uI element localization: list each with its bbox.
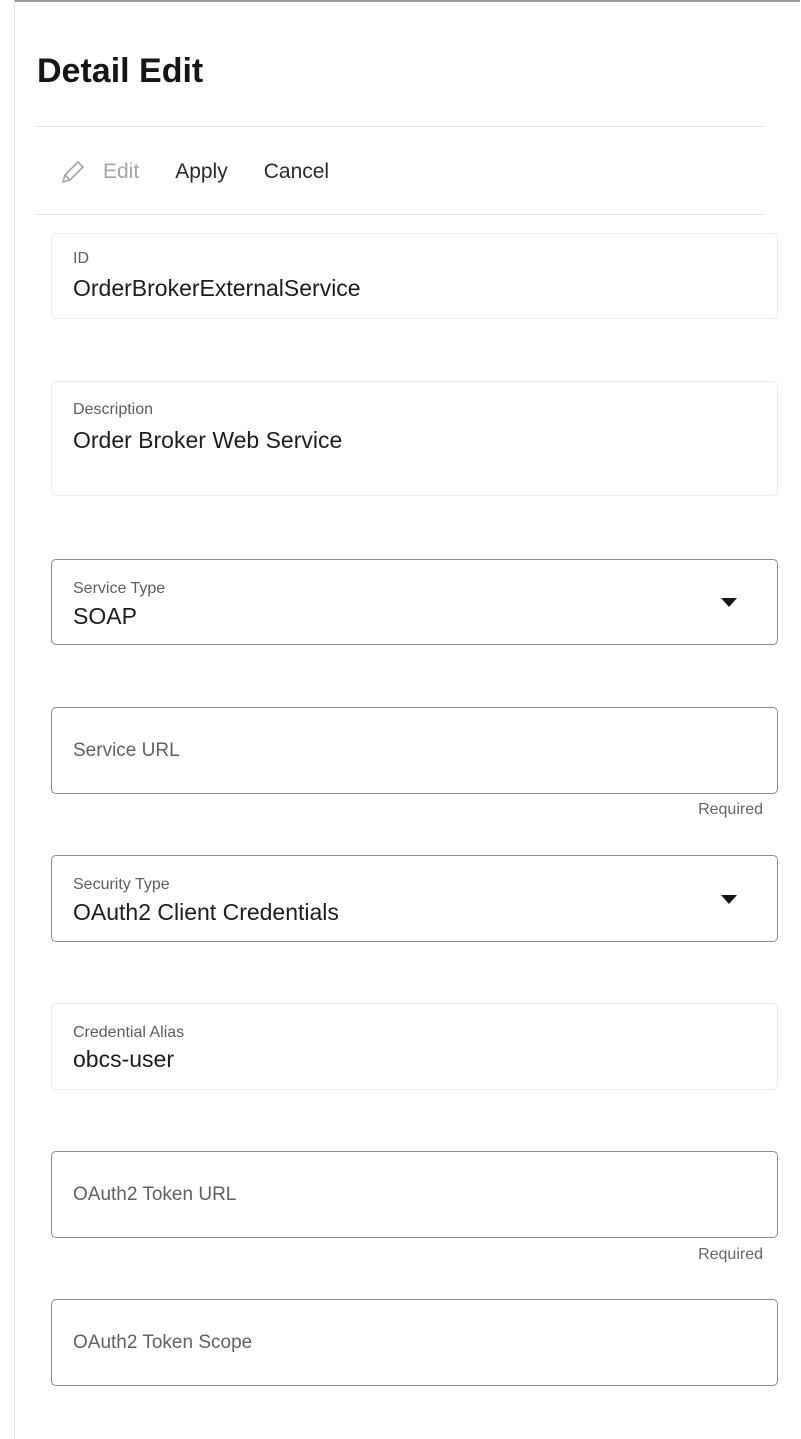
service-type-label: Service Type xyxy=(73,580,166,597)
credential-alias-value: obcs-user xyxy=(73,1046,174,1072)
pencil-icon xyxy=(55,154,91,190)
security-type-label: Security Type xyxy=(73,876,170,893)
caret-down-icon xyxy=(721,598,737,607)
service-url-input[interactable]: Service URL xyxy=(51,707,778,794)
id-field: ID OrderBrokerExternalService xyxy=(51,233,778,319)
oauth2-token-scope-input[interactable]: OAuth2 Token Scope xyxy=(51,1299,778,1386)
security-type-select[interactable]: Security Type OAuth2 Client Credentials xyxy=(51,855,778,942)
credential-alias-field: Credential Alias obcs-user xyxy=(51,1003,778,1090)
id-field-value: OrderBrokerExternalService xyxy=(73,275,361,301)
description-field: Description Order Broker Web Service xyxy=(51,381,778,496)
page-title: Detail Edit xyxy=(37,52,204,90)
service-url-required-hint: Required xyxy=(698,801,763,818)
caret-down-icon xyxy=(721,894,737,904)
service-url-placeholder: Service URL xyxy=(73,739,180,761)
oauth2-token-url-required-hint: Required xyxy=(698,1246,763,1263)
title-divider xyxy=(35,126,765,127)
detail-edit-panel: Detail Edit Edit Apply Cancel ID OrderBr… xyxy=(14,0,800,1439)
toolbar-divider xyxy=(35,214,765,215)
apply-button[interactable]: Apply xyxy=(157,150,246,194)
service-type-value: SOAP xyxy=(73,603,137,629)
oauth2-token-scope-placeholder: OAuth2 Token Scope xyxy=(73,1331,253,1353)
description-field-value: Order Broker Web Service xyxy=(73,427,343,453)
description-field-label: Description xyxy=(73,401,154,418)
toolbar: Edit Apply Cancel xyxy=(51,142,347,202)
service-type-select[interactable]: Service Type SOAP xyxy=(51,559,778,645)
credential-alias-label: Credential Alias xyxy=(73,1024,185,1041)
edit-button[interactable]: Edit xyxy=(51,150,157,194)
oauth2-token-url-placeholder: OAuth2 Token URL xyxy=(73,1183,237,1205)
edit-button-label: Edit xyxy=(103,160,140,183)
oauth2-token-url-input[interactable]: OAuth2 Token URL xyxy=(51,1151,778,1238)
id-field-label: ID xyxy=(73,250,89,267)
cancel-button[interactable]: Cancel xyxy=(246,150,347,194)
security-type-value: OAuth2 Client Credentials xyxy=(73,899,339,925)
